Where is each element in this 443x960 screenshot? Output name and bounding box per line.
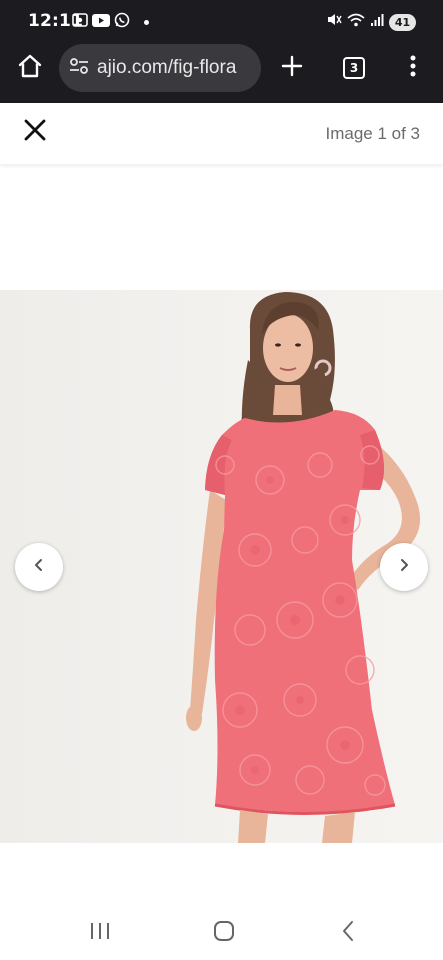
home-icon (17, 53, 43, 84)
browser-toolbar: ajio.com/fig-flora 3 (0, 38, 443, 103)
signal-icon (370, 13, 384, 32)
menu-button[interactable] (391, 46, 435, 90)
gallery-header: Image 1 of 3 (0, 103, 443, 164)
youtube-notification-icon (92, 13, 110, 32)
url-text[interactable]: ajio.com/fig-flora (97, 57, 236, 79)
back-icon (340, 920, 356, 947)
battery-level: 41 (389, 13, 416, 31)
mute-icon (326, 12, 342, 32)
home-circle-icon (212, 919, 236, 948)
next-image-button[interactable] (380, 543, 428, 591)
new-tab-button[interactable] (270, 46, 314, 90)
status-bar: 12:11 41 (0, 0, 443, 38)
product-image[interactable] (0, 290, 443, 843)
browser-chrome: 12:11 41 ajio.com/fig-flora 3 (0, 0, 443, 103)
previous-image-button[interactable] (15, 543, 63, 591)
tune-icon[interactable] (69, 57, 89, 80)
address-bar[interactable]: ajio.com/fig-flora (59, 44, 261, 92)
tab-switcher-button[interactable]: 3 (332, 46, 376, 90)
system-icons: 41 (326, 12, 416, 32)
whatsapp-notification-icon (114, 12, 130, 33)
tab-count: 3 (343, 57, 365, 79)
product-photo (186, 292, 421, 843)
chevron-left-icon (33, 558, 45, 577)
back-nav-button[interactable] (328, 918, 368, 948)
recents-icon (89, 921, 111, 946)
recent-apps-button[interactable] (80, 918, 120, 948)
close-button[interactable] (18, 115, 52, 149)
chevron-right-icon (398, 558, 410, 577)
system-navigation-bar (0, 900, 443, 960)
more-vert-icon (410, 55, 416, 82)
close-icon (24, 119, 46, 146)
home-button[interactable] (8, 46, 52, 90)
home-nav-button[interactable] (204, 918, 244, 948)
image-counter: Image 1 of 3 (325, 124, 420, 143)
wifi-icon (347, 13, 365, 32)
screenshot-notification-icon (72, 13, 88, 32)
more-notifications-dot (144, 20, 149, 25)
notification-icons (72, 12, 149, 33)
plus-icon (281, 55, 303, 82)
